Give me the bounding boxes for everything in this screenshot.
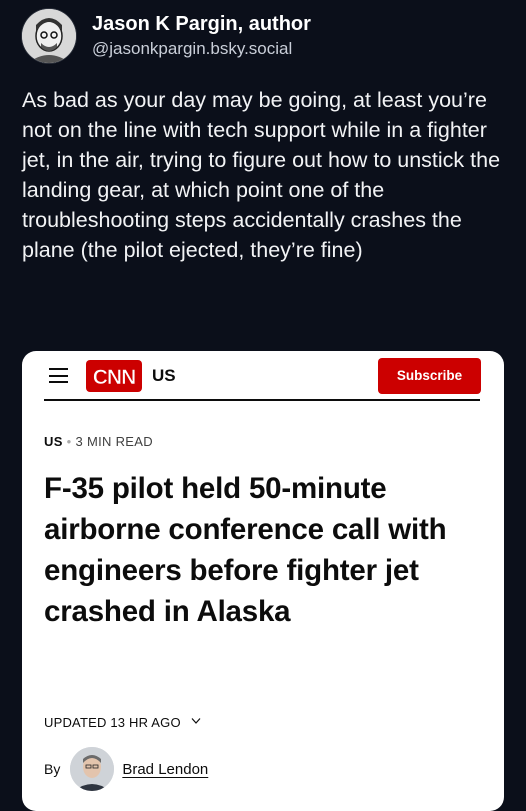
hamburger-menu-icon[interactable] [49,368,68,383]
cnn-logo[interactable]: CNN [86,360,142,392]
updated-timestamp[interactable]: UPDATED 13 HR AGO [44,715,201,730]
article-meta: US • 3 MIN READ [44,434,153,449]
edition-label[interactable]: US [152,366,176,386]
section-label[interactable]: US [44,434,63,449]
author-handle[interactable]: @jasonkpargin.bsky.social [92,38,311,60]
article-headline: F-35 pilot held 50-minute airborne confe… [44,472,447,628]
meta-dot: • [66,434,72,449]
updated-text: UPDATED 13 HR AGO [44,715,181,730]
byline-author-avatar[interactable] [70,747,115,791]
article-card[interactable]: CNN US Subscribe US • 3 MIN READ F-35 pilo… [22,351,504,811]
author-avatar[interactable] [22,9,76,63]
nav-divider [44,399,480,401]
byline: By Brad Lendon [44,747,208,791]
byline-author-link[interactable]: Brad Lendon [122,761,208,778]
subscribe-button[interactable]: Subscribe [378,358,481,394]
by-label: By [44,761,61,777]
author-name[interactable]: Jason K Pargin, author [92,12,311,36]
cnn-nav-bar: CNN US Subscribe [22,351,504,401]
cnn-logo-text: CNN [93,366,136,389]
post-header: Jason K Pargin, author @jasonkpargin.bsk… [22,9,311,63]
read-time: 3 MIN READ [75,434,153,449]
chevron-down-icon[interactable] [191,717,201,725]
post-text: As bad as your day may be going, at leas… [22,88,501,262]
